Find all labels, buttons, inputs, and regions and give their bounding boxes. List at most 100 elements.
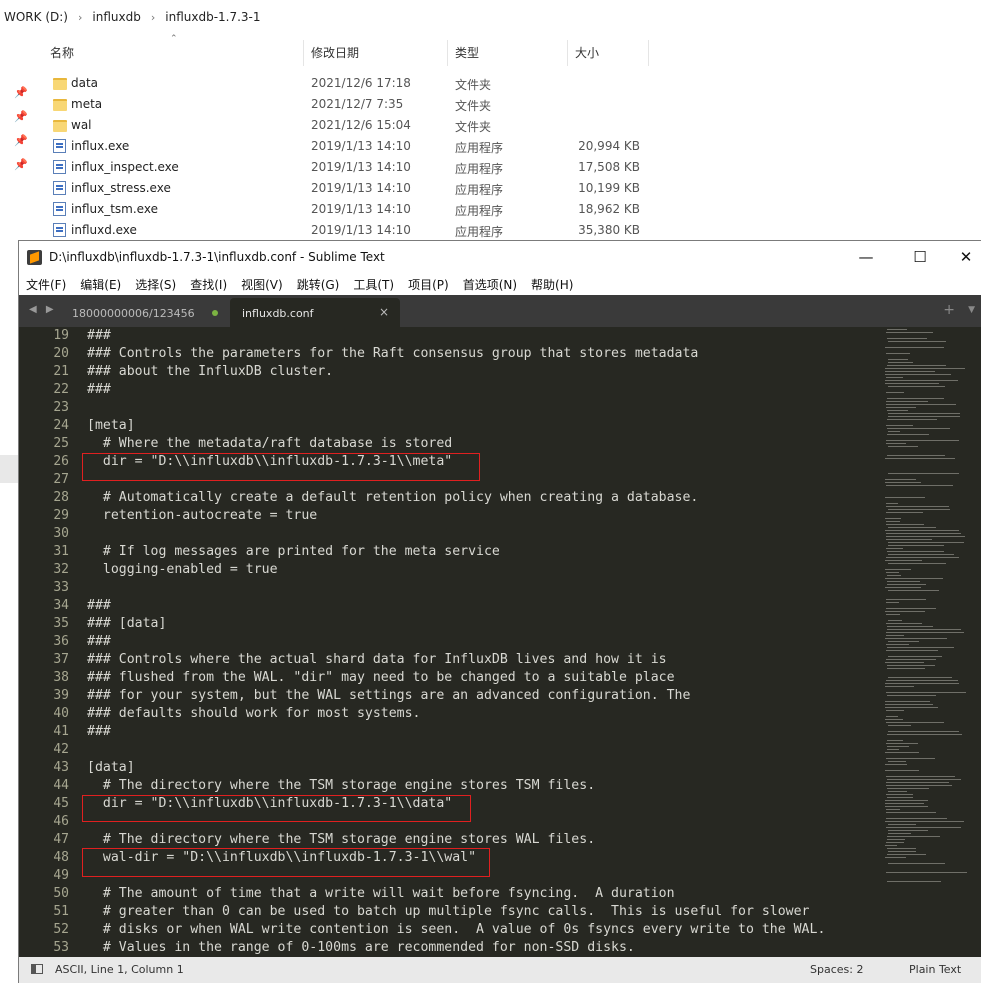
new-tab-icon[interactable]: +	[943, 302, 955, 318]
code-line[interactable]: # Values in the range of 0-100ms are rec…	[87, 939, 825, 957]
code-line[interactable]	[87, 579, 825, 597]
minimap-line	[887, 419, 937, 420]
menu-item[interactable]: 文件(F)	[19, 276, 73, 293]
menu-item[interactable]: 工具(T)	[346, 276, 401, 293]
menu-item[interactable]: 视图(V)	[234, 276, 290, 293]
menu-item[interactable]: 帮助(H)	[524, 276, 580, 293]
column-divider[interactable]	[567, 40, 568, 66]
file-row[interactable]: influx_tsm.exe 2019/1/13 14:10 应用程序 18,962 …	[40, 199, 650, 220]
minimap-line	[888, 824, 916, 825]
column-header-date[interactable]: 修改日期	[311, 38, 359, 68]
code-editor[interactable]: 19 20 21 22 23 24 25 26 27 28 29 30 31 32 33 34 35 36 37 38…	[19, 327, 981, 957]
code-line[interactable]: ### defaults should work for most system…	[87, 705, 825, 723]
file-row[interactable]: influx_stress.exe 2019/1/13 14:10 应用程序 10,1…	[40, 178, 650, 199]
pin-icon[interactable]: 📌	[14, 158, 28, 171]
code-line[interactable]: # disks or when WAL write contention is …	[87, 921, 826, 939]
application-icon	[53, 160, 66, 174]
tab-scroll-arrows-icon[interactable]: ◀ ▶	[29, 304, 57, 315]
minimap-line	[886, 776, 955, 777]
code-line[interactable]: [meta]	[87, 417, 825, 435]
status-position: ASCII, Line 1, Column 1	[55, 963, 184, 976]
code-line[interactable]: ###	[87, 327, 825, 345]
code-line[interactable]	[87, 741, 825, 759]
minimap[interactable]	[881, 327, 981, 957]
menu-bar: 文件(F) 编辑(E) 选择(S) 查找(I) 视图(V) 跳转(G) 工具(T) 项目(P)…	[19, 273, 981, 295]
minimap-line	[885, 458, 955, 459]
tab-label: 18000000006/123456	[72, 307, 195, 320]
minimap-line	[885, 806, 928, 807]
code-line[interactable]: # The amount of time that a write will w…	[87, 885, 825, 903]
maximize-button[interactable]: ☐	[897, 241, 943, 273]
tab-menu-icon[interactable]: ▼	[968, 305, 975, 315]
minimap-line	[885, 719, 903, 720]
pin-icon[interactable]: 📌	[14, 110, 28, 123]
minimap-line	[888, 641, 919, 642]
line-number: 33	[53, 580, 69, 595]
file-row[interactable]: influx_inspect.exe 2019/1/13 14:10 应用程序 17,…	[40, 157, 650, 178]
minimap-line	[886, 353, 910, 354]
menu-item[interactable]: 项目(P)	[401, 276, 456, 293]
code-line[interactable]	[87, 525, 825, 543]
menu-item[interactable]: 首选项(N)	[456, 276, 524, 293]
code-line[interactable]: logging-enabled = true	[87, 561, 825, 579]
minimap-line	[887, 455, 945, 456]
menu-item[interactable]: 查找(I)	[183, 276, 234, 293]
column-header-name[interactable]: 名称	[50, 38, 74, 68]
pin-icon[interactable]: 📌	[14, 86, 28, 99]
code-line[interactable]: ###	[87, 381, 825, 399]
menu-item[interactable]: 跳转(G)	[290, 276, 347, 293]
code-line[interactable]: ### flushed from the WAL. "dir" may need…	[87, 669, 825, 687]
panel-toggle-icon[interactable]	[31, 964, 43, 974]
minimap-line	[885, 560, 922, 561]
column-divider[interactable]	[447, 40, 448, 66]
code-line[interactable]: # The directory where the TSM storage en…	[87, 831, 825, 849]
menu-item[interactable]: 编辑(E)	[73, 276, 128, 293]
chevron-right-icon[interactable]: ›	[72, 11, 88, 24]
tab-phone-password[interactable]: 18000000006/123456	[57, 299, 229, 327]
code-line[interactable]: # If log messages are printed for the me…	[87, 543, 825, 561]
column-header-size[interactable]: 大小	[575, 38, 599, 68]
code-line[interactable]: # Where the metadata/raft database is st…	[87, 435, 825, 453]
minimap-line	[887, 329, 907, 330]
code-line[interactable]: ### Controls where the actual shard data…	[87, 651, 825, 669]
file-name: influxd.exe	[71, 223, 137, 237]
close-button[interactable]: ✕	[943, 241, 981, 273]
file-row[interactable]: meta 2021/12/7 7:35 文件夹	[40, 94, 650, 115]
tab-influxdb-conf[interactable]: influxdb.conf ×	[230, 298, 400, 327]
code-line[interactable]: ### for your system, but the WAL setting…	[87, 687, 825, 705]
minimize-button[interactable]: —	[843, 241, 889, 273]
file-row[interactable]: wal 2021/12/6 15:04 文件夹	[40, 115, 650, 136]
breadcrumb-influxdb[interactable]: influxdb	[88, 10, 144, 24]
column-divider[interactable]	[303, 40, 304, 66]
code-line[interactable]: ###	[87, 723, 825, 741]
tab-close-icon[interactable]: ×	[379, 305, 389, 319]
column-divider[interactable]	[648, 40, 649, 66]
code-line[interactable]: ### about the InfluxDB cluster.	[87, 363, 825, 381]
minimap-line	[886, 539, 932, 540]
breadcrumb-current-folder[interactable]: influxdb-1.7.3-1	[161, 10, 264, 24]
status-bar: ASCII, Line 1, Column 1 Spaces: 2 Plain …	[19, 957, 981, 983]
code-line[interactable]	[87, 399, 825, 417]
file-row[interactable]: data 2021/12/6 17:18 文件夹	[40, 73, 650, 94]
file-row[interactable]: influx.exe 2019/1/13 14:10 应用程序 20,994 KB	[40, 136, 650, 157]
status-indentation[interactable]: Spaces: 2	[810, 963, 863, 976]
code-line[interactable]: ### [data]	[87, 615, 825, 633]
column-header-type[interactable]: 类型	[455, 38, 479, 68]
chevron-right-icon[interactable]: ›	[145, 11, 161, 24]
code-line[interactable]: [data]	[87, 759, 825, 777]
code-line[interactable]: retention-autocreate = true	[87, 507, 825, 525]
pin-icon[interactable]: 📌	[14, 134, 28, 147]
file-row[interactable]: influxd.exe 2019/1/13 14:10 应用程序 35,380 KB	[40, 220, 650, 241]
minimap-line	[887, 665, 935, 666]
code-line[interactable]: ### Controls the parameters for the Raft…	[87, 345, 825, 363]
code-line[interactable]: # greater than 0 can be used to batch up…	[87, 903, 825, 921]
menu-item[interactable]: 选择(S)	[128, 276, 183, 293]
code-line[interactable]: # The directory where the TSM storage en…	[87, 777, 825, 795]
minimap-line	[886, 536, 965, 537]
status-syntax[interactable]: Plain Text	[909, 963, 961, 976]
breadcrumb-drive[interactable]: WORK (D:)	[0, 10, 72, 24]
code-line[interactable]: # Automatically create a default retenti…	[87, 489, 825, 507]
code-line[interactable]: ###	[87, 633, 825, 651]
minimap-line	[887, 746, 909, 747]
code-line[interactable]: ###	[87, 597, 825, 615]
